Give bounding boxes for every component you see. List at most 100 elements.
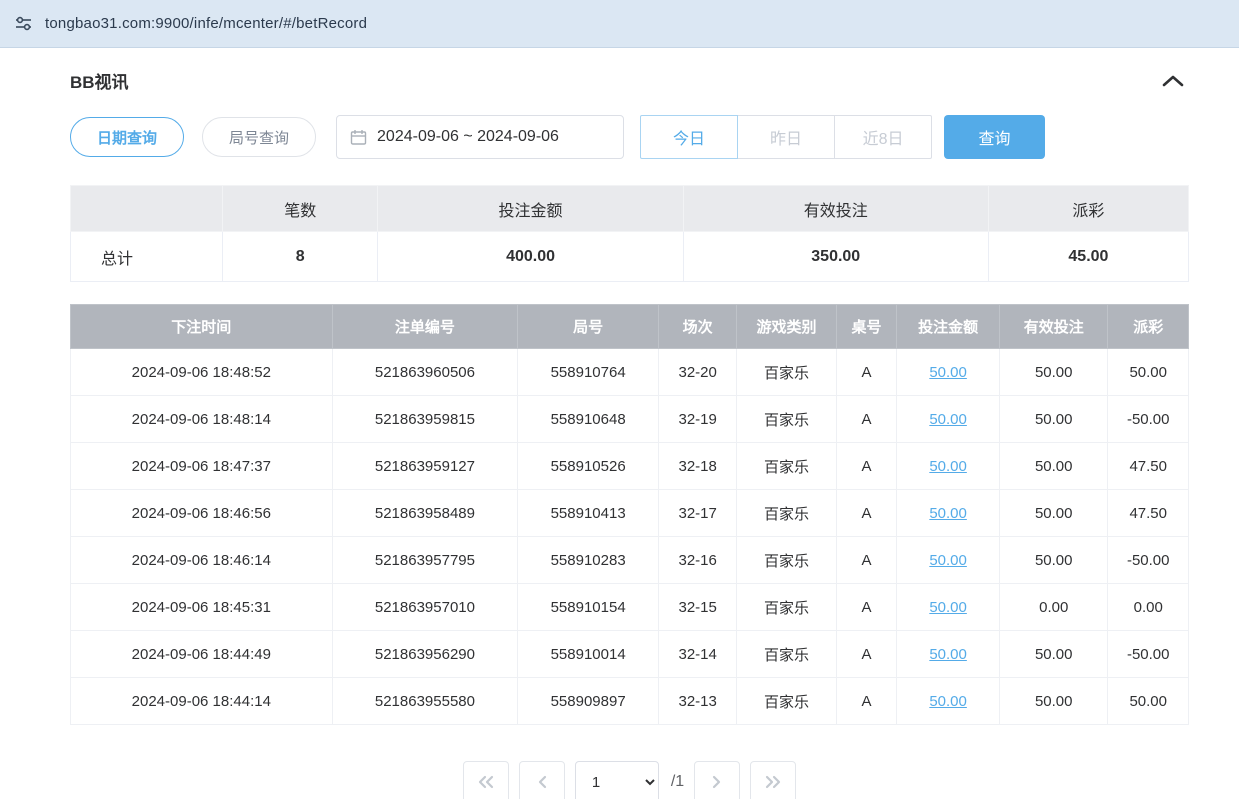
- page-total-label: /1: [671, 773, 684, 791]
- cell-round-no: 558910283: [518, 537, 659, 584]
- date-range-input[interactable]: 2024-09-06 ~ 2024-09-06: [336, 115, 624, 159]
- quick-range-today[interactable]: 今日: [640, 115, 738, 159]
- table-row: 2024-09-06 18:48:52521863960506558910764…: [71, 349, 1189, 396]
- summary-bet-amount-value: 400.00: [378, 232, 683, 282]
- first-page-button[interactable]: [463, 761, 509, 799]
- cell-session: 32-15: [659, 584, 737, 631]
- cell-session: 32-19: [659, 396, 737, 443]
- cell-time: 2024-09-06 18:44:14: [71, 678, 333, 725]
- bet-amount-link[interactable]: 50.00: [929, 552, 967, 569]
- cell-payout: 47.50: [1108, 490, 1189, 537]
- pagination: 1 /1: [70, 761, 1189, 799]
- cell-time: 2024-09-06 18:48:52: [71, 349, 333, 396]
- address-url[interactable]: tongbao31.com:9900/infe/mcenter/#/betRec…: [45, 15, 367, 32]
- cell-time: 2024-09-06 18:44:49: [71, 631, 333, 678]
- table-row: 2024-09-06 18:46:56521863958489558910413…: [71, 490, 1189, 537]
- next-page-button[interactable]: [694, 761, 740, 799]
- cell-bet-amount: 50.00: [897, 584, 1000, 631]
- bet-amount-link[interactable]: 50.00: [929, 599, 967, 616]
- bet-amount-link[interactable]: 50.00: [929, 458, 967, 475]
- chevron-left-icon: [536, 775, 548, 789]
- summary-header-payout: 派彩: [988, 186, 1188, 232]
- cell-game: 百家乐: [737, 631, 837, 678]
- cell-time: 2024-09-06 18:46:14: [71, 537, 333, 584]
- cell-bet-amount: 50.00: [897, 443, 1000, 490]
- bet-amount-link[interactable]: 50.00: [929, 693, 967, 710]
- quick-range-yesterday[interactable]: 昨日: [737, 115, 835, 159]
- cell-table-no: A: [836, 349, 896, 396]
- bet-amount-link[interactable]: 50.00: [929, 646, 967, 663]
- cell-bet-amount: 50.00: [897, 490, 1000, 537]
- column-header: 投注金额: [897, 305, 1000, 349]
- cell-order-no: 521863957010: [332, 584, 518, 631]
- quick-range-last8days[interactable]: 近8日: [834, 115, 932, 159]
- cell-order-no: 521863957795: [332, 537, 518, 584]
- cell-bet-amount: 50.00: [897, 678, 1000, 725]
- cell-time: 2024-09-06 18:46:56: [71, 490, 333, 537]
- collapse-panel-button[interactable]: [1157, 70, 1189, 92]
- cell-bet-amount: 50.00: [897, 349, 1000, 396]
- table-row: 2024-09-06 18:44:14521863955580558909897…: [71, 678, 1189, 725]
- cell-valid-bet: 50.00: [1000, 396, 1108, 443]
- quick-range-group: 今日 昨日 近8日: [640, 115, 932, 159]
- last-page-button[interactable]: [750, 761, 796, 799]
- cell-round-no: 558910648: [518, 396, 659, 443]
- cell-table-no: A: [836, 443, 896, 490]
- summary-header-count: 笔数: [223, 186, 378, 232]
- cell-order-no: 521863956290: [332, 631, 518, 678]
- cell-valid-bet: 0.00: [1000, 584, 1108, 631]
- cell-bet-amount: 50.00: [897, 631, 1000, 678]
- date-range-value: 2024-09-06 ~ 2024-09-06: [377, 128, 559, 146]
- calendar-icon: [350, 129, 367, 146]
- double-chevron-left-icon: [477, 775, 495, 789]
- page-select[interactable]: 1: [575, 761, 659, 799]
- cell-payout: -50.00: [1108, 537, 1189, 584]
- chevron-right-icon: [711, 775, 723, 789]
- bet-amount-link[interactable]: 50.00: [929, 411, 967, 428]
- tab-round-query[interactable]: 局号查询: [202, 117, 316, 157]
- summary-total-label: 总计: [71, 232, 223, 282]
- column-header: 场次: [659, 305, 737, 349]
- site-settings-icon[interactable]: [14, 14, 33, 33]
- summary-table: 笔数 投注金额 有效投注 派彩 总计 8 400.00 350.00 45.00: [70, 185, 1189, 282]
- cell-session: 32-13: [659, 678, 737, 725]
- summary-total-row: 总计 8 400.00 350.00 45.00: [71, 232, 1189, 282]
- cell-order-no: 521863959815: [332, 396, 518, 443]
- column-header: 有效投注: [1000, 305, 1108, 349]
- cell-valid-bet: 50.00: [1000, 631, 1108, 678]
- table-row: 2024-09-06 18:45:31521863957010558910154…: [71, 584, 1189, 631]
- cell-payout: 0.00: [1108, 584, 1189, 631]
- bet-amount-link[interactable]: 50.00: [929, 505, 967, 522]
- cell-payout: -50.00: [1108, 631, 1189, 678]
- cell-valid-bet: 50.00: [1000, 443, 1108, 490]
- bet-records-table: 下注时间注单编号局号场次游戏类别桌号投注金额有效投注派彩 2024-09-06 …: [70, 304, 1189, 725]
- cell-table-no: A: [836, 490, 896, 537]
- tab-date-query[interactable]: 日期查询: [70, 117, 184, 157]
- cell-time: 2024-09-06 18:45:31: [71, 584, 333, 631]
- cell-table-no: A: [836, 678, 896, 725]
- cell-time: 2024-09-06 18:48:14: [71, 396, 333, 443]
- search-button[interactable]: 查询: [944, 115, 1045, 159]
- bet-table-header-row: 下注时间注单编号局号场次游戏类别桌号投注金额有效投注派彩: [71, 305, 1189, 349]
- bet-record-panel: BB视讯 日期查询 局号查询 2024-09-06 ~ 2024-09-06: [0, 48, 1239, 799]
- cell-payout: 47.50: [1108, 443, 1189, 490]
- table-row: 2024-09-06 18:46:14521863957795558910283…: [71, 537, 1189, 584]
- url-bar: tongbao31.com:9900/infe/mcenter/#/betRec…: [0, 0, 1239, 48]
- column-header: 局号: [518, 305, 659, 349]
- page-title: BB视讯: [70, 68, 129, 93]
- double-chevron-right-icon: [764, 775, 782, 789]
- summary-count-value: 8: [223, 232, 378, 282]
- cell-session: 32-18: [659, 443, 737, 490]
- cell-valid-bet: 50.00: [1000, 490, 1108, 537]
- cell-table-no: A: [836, 396, 896, 443]
- cell-session: 32-16: [659, 537, 737, 584]
- cell-session: 32-17: [659, 490, 737, 537]
- cell-order-no: 521863958489: [332, 490, 518, 537]
- summary-header-valid-bet: 有效投注: [683, 186, 988, 232]
- cell-bet-amount: 50.00: [897, 537, 1000, 584]
- bet-amount-link[interactable]: 50.00: [929, 364, 967, 381]
- cell-table-no: A: [836, 537, 896, 584]
- previous-page-button[interactable]: [519, 761, 565, 799]
- cell-game: 百家乐: [737, 537, 837, 584]
- summary-header-blank: [71, 186, 223, 232]
